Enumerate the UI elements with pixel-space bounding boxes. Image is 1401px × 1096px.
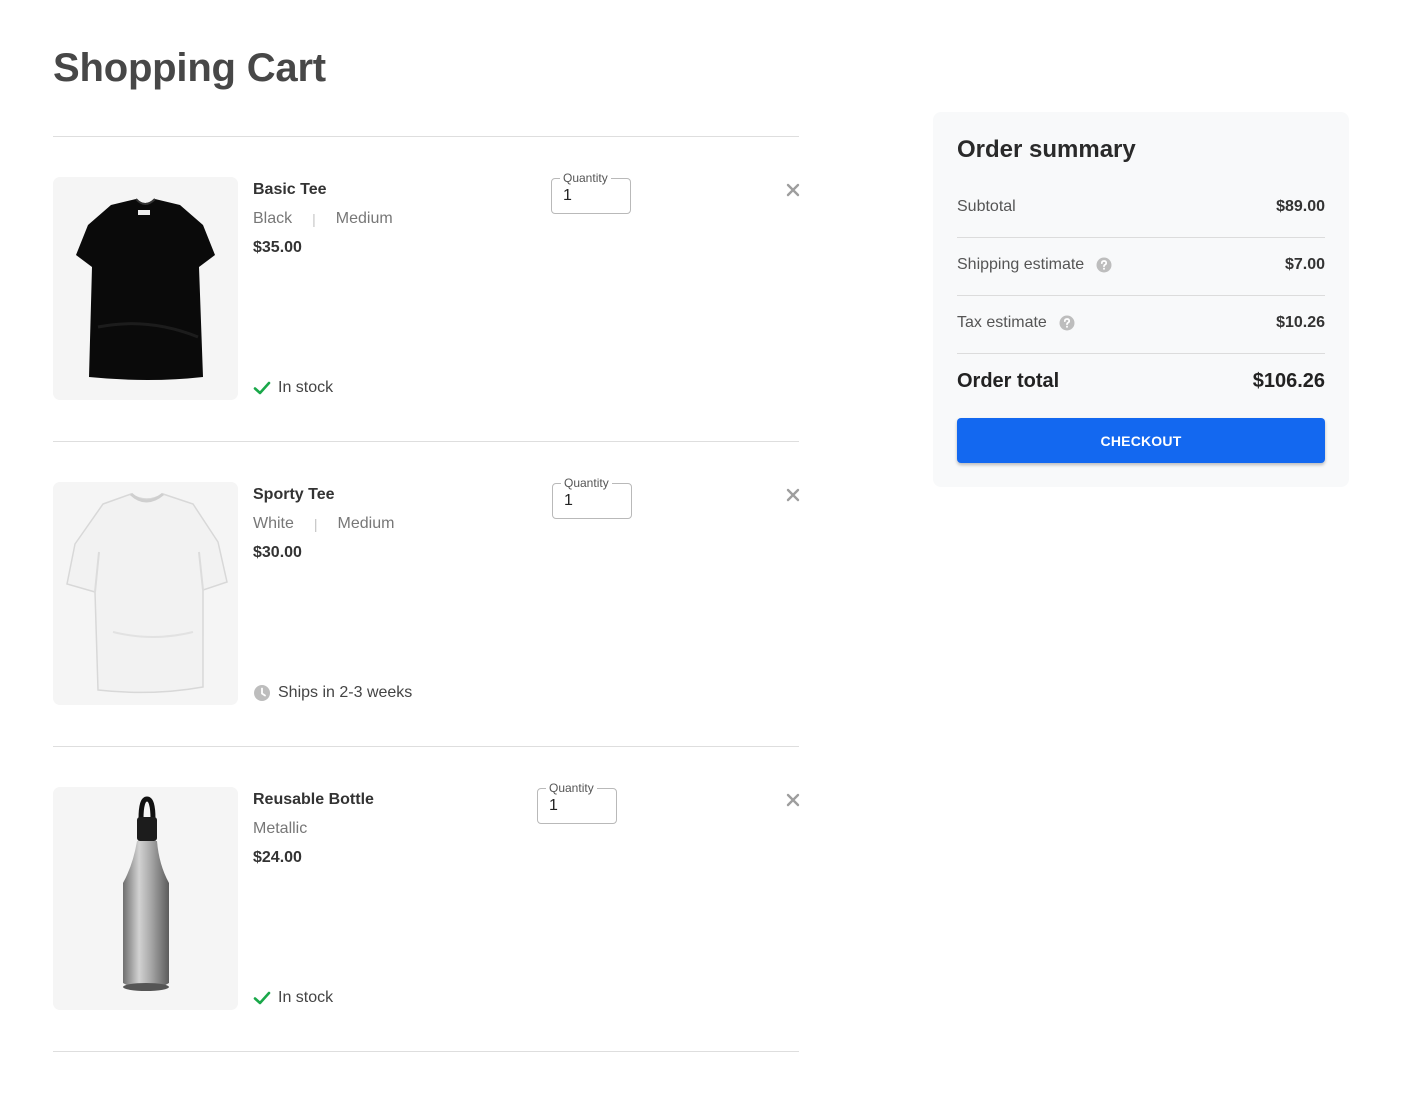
check-icon <box>253 379 271 397</box>
close-icon[interactable] <box>786 793 800 807</box>
subtotal-label: Subtotal <box>957 198 1016 215</box>
subtotal-value: $89.00 <box>1276 198 1325 215</box>
order-summary: Order summary Subtotal $89.00 Shipping e… <box>933 112 1349 487</box>
product-price: $35.00 <box>253 239 302 256</box>
quantity-select[interactable]: Quantity 1 <box>551 171 631 214</box>
product-image-white-tee[interactable] <box>53 482 238 705</box>
cart-list: Basic Tee Black | Medium $35.00 Quantity… <box>53 136 800 1052</box>
availability-text: Ships in 2-3 weeks <box>278 684 413 701</box>
tax-row: Tax estimate $10.26 <box>957 314 1325 332</box>
product-image-bottle[interactable] <box>53 787 238 1010</box>
product-color: White <box>253 515 294 532</box>
product-variant: Metallic <box>253 820 307 838</box>
divider <box>957 353 1325 354</box>
availability-text: In stock <box>278 989 334 1006</box>
product-image-black-tee[interactable] <box>53 177 238 400</box>
product-size: Medium <box>337 515 395 532</box>
question-circle-icon[interactable] <box>1059 315 1075 331</box>
close-icon[interactable] <box>786 488 800 502</box>
quantity-select[interactable]: Quantity 1 <box>537 781 617 824</box>
quantity-select[interactable]: Quantity 1 <box>552 476 632 519</box>
product-variant: White | Medium <box>253 515 394 533</box>
quantity-value: 1 <box>564 492 573 509</box>
cart-item: Basic Tee Black | Medium $35.00 Quantity… <box>53 137 800 441</box>
availability-status: In stock <box>253 989 333 1007</box>
tax-value: $10.26 <box>1276 314 1325 331</box>
question-circle-icon[interactable] <box>1096 257 1112 273</box>
total-label: Order total <box>957 370 1060 392</box>
close-icon[interactable] <box>786 183 800 197</box>
total-row: Order total $106.26 <box>957 370 1325 393</box>
cart-item: Reusable Bottle Metallic $24.00 Quantity… <box>53 747 800 1051</box>
product-price: $24.00 <box>253 849 302 866</box>
shipping-value: $7.00 <box>1284 256 1325 273</box>
order-summary-title: Order summary <box>957 136 1136 163</box>
checkout-button[interactable]: CHECKOUT <box>957 418 1325 463</box>
product-name[interactable]: Sporty Tee <box>253 486 335 504</box>
clock-icon <box>253 684 271 702</box>
total-value: $106.26 <box>1252 370 1325 392</box>
quantity-label: Quantity <box>546 781 597 795</box>
quantity-value: 1 <box>549 797 558 814</box>
tax-label: Tax estimate <box>957 314 1047 331</box>
shipping-label-group: Shipping estimate <box>957 256 1112 274</box>
availability-text: In stock <box>278 379 334 396</box>
divider <box>957 295 1325 296</box>
divider <box>957 237 1325 238</box>
product-color: Black <box>253 210 293 227</box>
product-color: Metallic <box>253 820 308 837</box>
quantity-value: 1 <box>563 187 572 204</box>
shipping-row: Shipping estimate $7.00 <box>957 256 1325 274</box>
product-price: $30.00 <box>253 544 302 561</box>
subtotal-row: Subtotal $89.00 <box>957 198 1325 216</box>
cart-item: Sporty Tee White | Medium $30.00 Quantit… <box>53 442 800 746</box>
quantity-label: Quantity <box>560 171 611 185</box>
page-title: Shopping Cart <box>53 46 326 90</box>
divider <box>53 1051 799 1052</box>
product-size: Medium <box>335 210 393 227</box>
product-name[interactable]: Basic Tee <box>253 181 327 199</box>
shipping-label: Shipping estimate <box>957 256 1085 273</box>
product-name[interactable]: Reusable Bottle <box>253 791 374 809</box>
availability-status: In stock <box>253 379 333 397</box>
variant-separator: | <box>313 516 318 532</box>
product-variant: Black | Medium <box>253 210 393 228</box>
check-icon <box>253 989 271 1007</box>
tax-label-group: Tax estimate <box>957 314 1075 332</box>
quantity-label: Quantity <box>561 476 612 490</box>
availability-status: Ships in 2-3 weeks <box>253 684 412 702</box>
variant-separator: | <box>312 211 316 227</box>
